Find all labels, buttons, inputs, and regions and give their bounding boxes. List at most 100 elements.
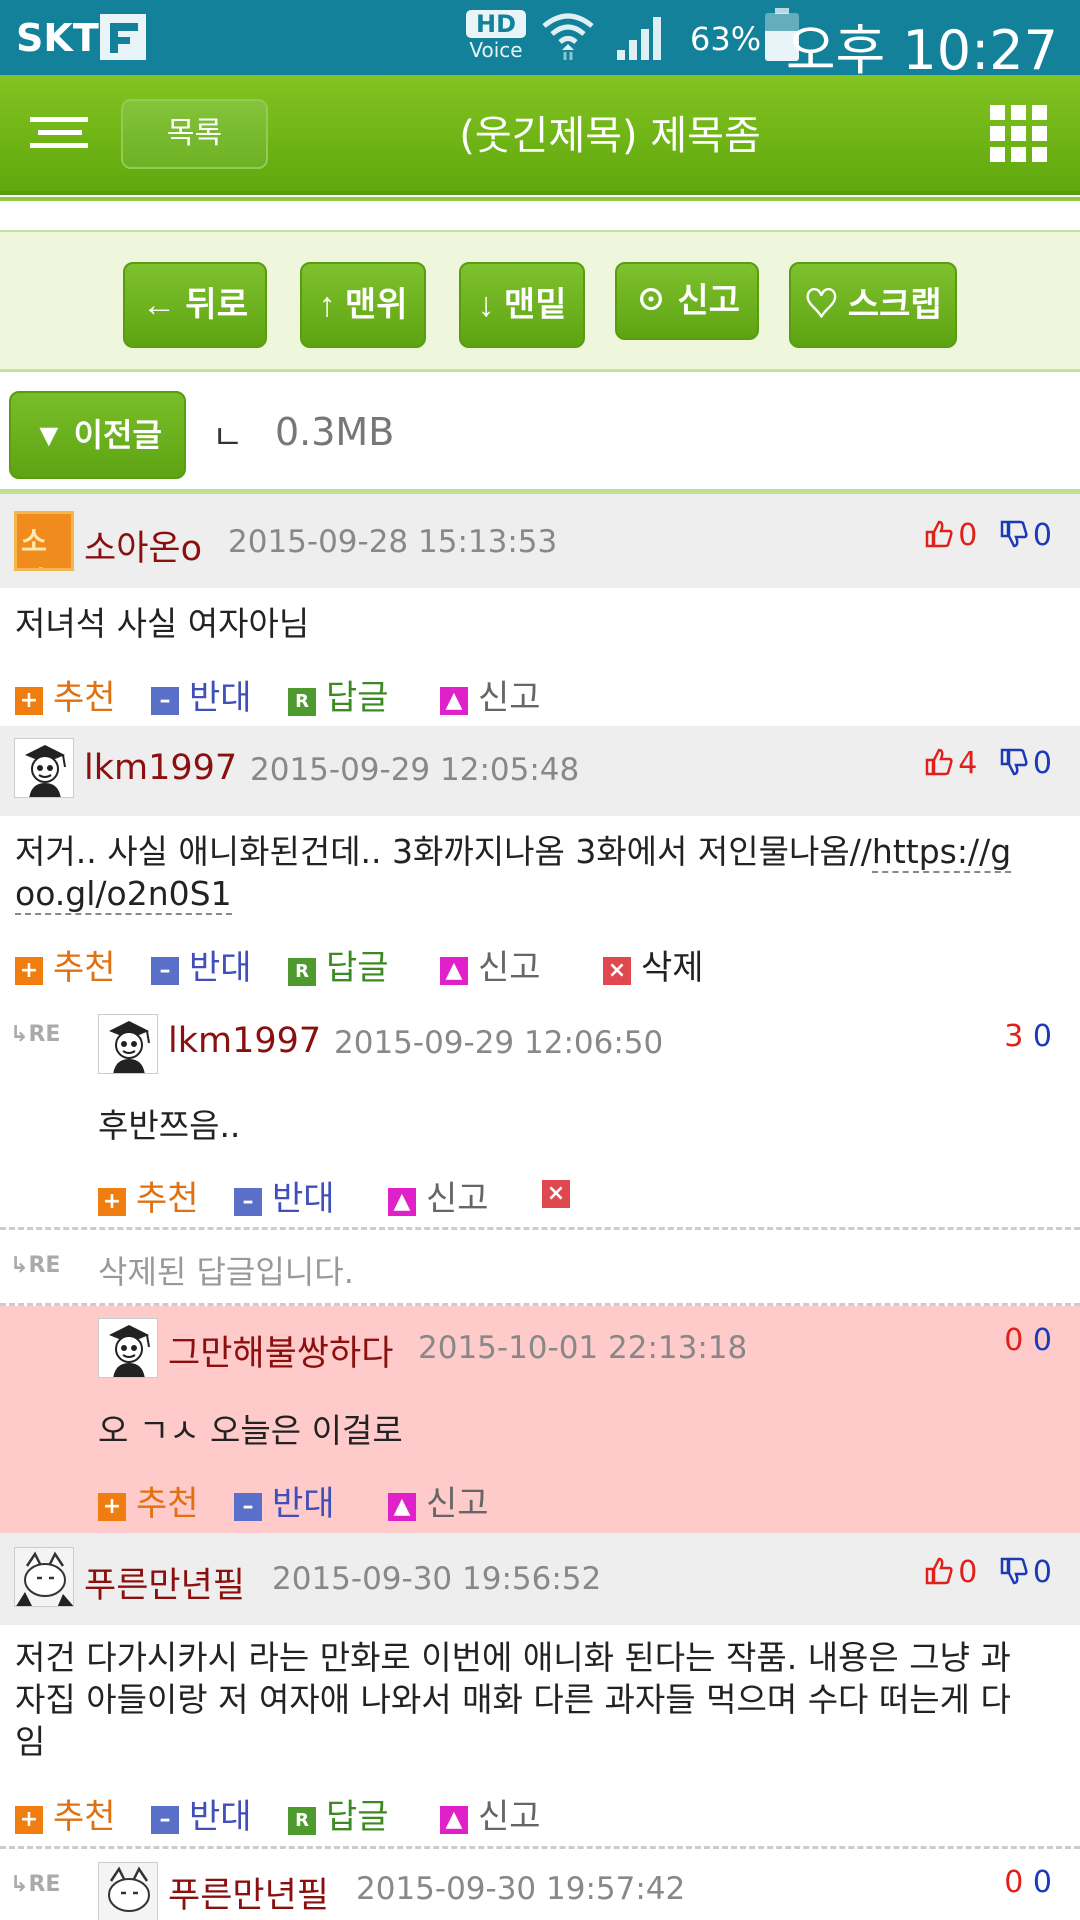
- comment-date: 2015-09-30 19:56:52: [272, 1561, 602, 1597]
- grid-menu-icon[interactable]: [990, 105, 1048, 163]
- comment-date: 2015-09-28 15:13:53: [228, 524, 558, 560]
- oppose-button[interactable]: – 반대: [151, 940, 252, 989]
- recommend-button[interactable]: + 추천: [98, 1476, 199, 1525]
- comment-author[interactable]: 소아온o: [84, 520, 202, 571]
- comment-date: 2015-09-29 12:05:48: [250, 752, 580, 788]
- delete-icon: ×: [603, 957, 631, 985]
- list-button[interactable]: 목록: [121, 99, 268, 169]
- reply-button[interactable]: R 답글: [288, 940, 389, 989]
- recommend-button[interactable]: + 추천: [98, 1171, 199, 1220]
- comment-author[interactable]: 그만해불쌍하다: [168, 1325, 393, 1376]
- report-comment-button[interactable]: ▲ 신고: [388, 1171, 489, 1220]
- vote-counts: 0 0: [924, 1555, 1052, 1590]
- comment-author[interactable]: lkm1997: [84, 748, 237, 788]
- comment-body: 후반쯔음..: [98, 1106, 241, 1145]
- siren-icon: ▲: [388, 1493, 416, 1521]
- avatar[interactable]: [98, 1318, 158, 1378]
- reply-icon: R: [288, 958, 316, 986]
- minus-icon: –: [234, 1188, 262, 1216]
- avatar[interactable]: [98, 1862, 158, 1920]
- avatar[interactable]: [14, 1547, 74, 1607]
- menu-icon[interactable]: [30, 117, 88, 149]
- signal-icon: [617, 17, 661, 60]
- recommend-button[interactable]: + 추천: [15, 1789, 116, 1838]
- comment-header: lkm1997 2015-09-29 12:05:48 4 0: [0, 726, 1080, 816]
- up-count: 0: [1004, 1323, 1024, 1358]
- scroll-top-button[interactable]: ↑ 맨위: [300, 262, 426, 348]
- plus-icon: +: [15, 687, 43, 715]
- down-count: 0: [1032, 746, 1052, 781]
- recommend-button[interactable]: + 추천: [15, 940, 116, 989]
- reply-arrow-icon: ↳RE: [10, 1022, 61, 1047]
- vote-counts: 0 0: [1004, 1323, 1052, 1358]
- report-button[interactable]: ☉ 신고: [615, 262, 759, 340]
- minus-icon: –: [151, 1806, 179, 1834]
- down-count: 0: [1032, 1555, 1052, 1590]
- delete-icon: ×: [542, 1180, 570, 1208]
- delete-button[interactable]: ×: [542, 1171, 580, 1211]
- report-comment-button[interactable]: ▲ 신고: [440, 1789, 541, 1838]
- attachment-size: 0.3MB: [275, 410, 395, 454]
- down-count: 0: [1032, 1865, 1052, 1900]
- comment-actions: + 추천 – 반대 R 답글 ▲ 신고: [15, 670, 715, 718]
- reply-button[interactable]: R 답글: [288, 670, 389, 719]
- comment-actions: + 추천 – 반대 ▲ 신고: [98, 1476, 598, 1524]
- thumbs-up-icon: [926, 520, 953, 548]
- report-comment-button[interactable]: ▲ 신고: [440, 670, 541, 719]
- prev-post-bar: ▼ 이전글 ㄴ 0.3MB: [0, 372, 1080, 494]
- siren-icon: ▲: [388, 1188, 416, 1216]
- up-count: 0: [958, 1555, 978, 1590]
- app-header: 목록 (웃긴제목) 제목좀: [0, 75, 1080, 201]
- status-bar: SKT HD Voice 63% 오후 10:27: [0, 0, 1080, 82]
- avatar[interactable]: [14, 738, 74, 798]
- back-button[interactable]: ← 뒤로: [123, 262, 267, 348]
- comment-link[interactable]: oo.gl/o2n0S1: [15, 874, 232, 915]
- thumbs-up-icon: [926, 748, 953, 776]
- delete-button[interactable]: × 삭제: [603, 940, 704, 989]
- up-count: 3: [1004, 1019, 1024, 1054]
- divider: [0, 1227, 1080, 1230]
- voice-label: Voice: [469, 38, 523, 62]
- up-count: 4: [958, 746, 978, 781]
- hd-voice-icon: HD Voice: [466, 10, 526, 60]
- up-count: 0: [958, 518, 978, 553]
- oppose-button[interactable]: – 반대: [151, 670, 252, 719]
- avatar[interactable]: 소아: [14, 511, 74, 571]
- comment-actions: + 추천 – 반대 R 답글 ▲ 신고 × 삭제: [15, 940, 815, 988]
- comment-link[interactable]: https://g: [871, 832, 1012, 873]
- vote-counts: 4 0: [924, 746, 1052, 781]
- vote-counts: 3 0: [1004, 1019, 1052, 1054]
- recommend-button[interactable]: + 추천: [15, 670, 116, 719]
- comment-actions: + 추천 – 반대 ▲ 신고 ×: [98, 1171, 698, 1219]
- reply-icon: R: [288, 1807, 316, 1835]
- report-comment-button[interactable]: ▲ 신고: [440, 940, 541, 989]
- app-f-icon: [100, 14, 146, 60]
- oppose-button[interactable]: – 반대: [151, 1789, 252, 1838]
- comment-author[interactable]: 푸른만년필: [84, 1557, 245, 1608]
- reply-button[interactable]: R 답글: [288, 1789, 389, 1838]
- reply-icon: R: [288, 688, 316, 716]
- deleted-reply-text: 삭제된 답글입니다.: [98, 1253, 354, 1291]
- oppose-button[interactable]: – 반대: [234, 1476, 335, 1525]
- comment-author[interactable]: lkm1997: [168, 1021, 321, 1061]
- vote-counts: 0 0: [924, 518, 1052, 553]
- oppose-button[interactable]: – 반대: [234, 1171, 335, 1220]
- comment-actions: + 추천 – 반대 R 답글 ▲ 신고: [15, 1789, 715, 1837]
- divider: [0, 1846, 1080, 1849]
- battery-percent: 63%: [690, 20, 762, 58]
- scrap-button[interactable]: ♡ 스크랩: [789, 262, 957, 348]
- siren-icon: ▲: [440, 687, 468, 715]
- prev-post-button[interactable]: ▼ 이전글: [9, 391, 186, 479]
- comment-author[interactable]: 푸른만년필: [168, 1867, 329, 1918]
- thumbs-up-icon: [926, 1557, 953, 1585]
- comment-date: 2015-09-30 19:57:42: [356, 1871, 686, 1907]
- down-count: 0: [1032, 518, 1052, 553]
- comment-body: 저거.. 사실 애니화된건데.. 3화까지나옴 3화에서 저인물나옴//http…: [15, 832, 1012, 915]
- report-comment-button[interactable]: ▲ 신고: [388, 1476, 489, 1525]
- page-title: (웃긴제목) 제목좀: [459, 113, 761, 159]
- scroll-bottom-button[interactable]: ↓ 맨밑: [459, 262, 585, 348]
- hd-label: HD: [466, 10, 526, 38]
- avatar[interactable]: [98, 1014, 158, 1074]
- clock: 오후 10:27: [785, 19, 1058, 82]
- comment-date: 2015-10-01 22:13:18: [418, 1330, 748, 1366]
